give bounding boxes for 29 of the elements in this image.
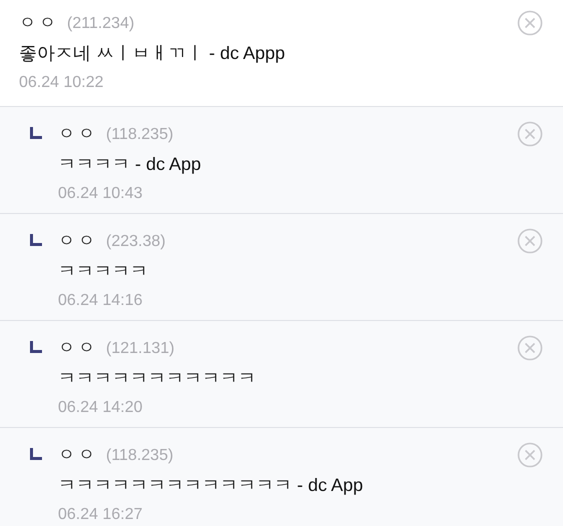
author-name: ㅇㅇ	[58, 123, 98, 145]
author-name: ㅇㅇ	[58, 337, 98, 359]
comment-time: 06.24 10:43	[58, 184, 144, 204]
ip-address: (223.38)	[106, 232, 166, 252]
ip-address: (121.131)	[106, 339, 174, 359]
ip-address: (211.234)	[67, 14, 134, 34]
close-icon[interactable]	[517, 10, 543, 36]
close-icon[interactable]	[517, 228, 543, 254]
author-name: ㅇㅇ	[19, 12, 59, 34]
comment-time: 06.24 16:27	[58, 505, 144, 525]
comment-text: ㅋㅋㅋㅋㅋㅋㅋㅋㅋㅋㅋㅋㅋ - dc App	[58, 474, 364, 497]
reply-arrow-icon	[30, 341, 42, 353]
ip-address: (118.235)	[106, 125, 174, 145]
comment-time: 06.24 10:22	[19, 73, 105, 93]
comment-text: ㅋㅋㅋㅋㅋ	[58, 260, 149, 283]
close-icon[interactable]	[517, 335, 543, 361]
comment-text: 좋아ㅈ네 ㅆㅣㅂㅐㄲㅣ - dc Appp	[19, 42, 286, 65]
reply-arrow-icon	[30, 448, 42, 460]
reply-arrow-icon	[30, 234, 42, 246]
comment-time: 06.24 14:16	[58, 291, 144, 311]
ip-address: (118.235)	[106, 446, 174, 466]
comment-time: 06.24 14:20	[58, 398, 144, 418]
comment-text: ㅋㅋㅋㅋㅋㅋㅋㅋㅋㅋㅋ	[58, 367, 257, 390]
comment-text: ㅋㅋㅋㅋ - dc App	[58, 153, 202, 176]
close-icon[interactable]	[517, 121, 543, 147]
author-name: ㅇㅇ	[58, 230, 98, 252]
author-name: ㅇㅇ	[58, 444, 98, 466]
close-icon[interactable]	[517, 442, 543, 468]
reply-arrow-icon	[30, 127, 42, 139]
